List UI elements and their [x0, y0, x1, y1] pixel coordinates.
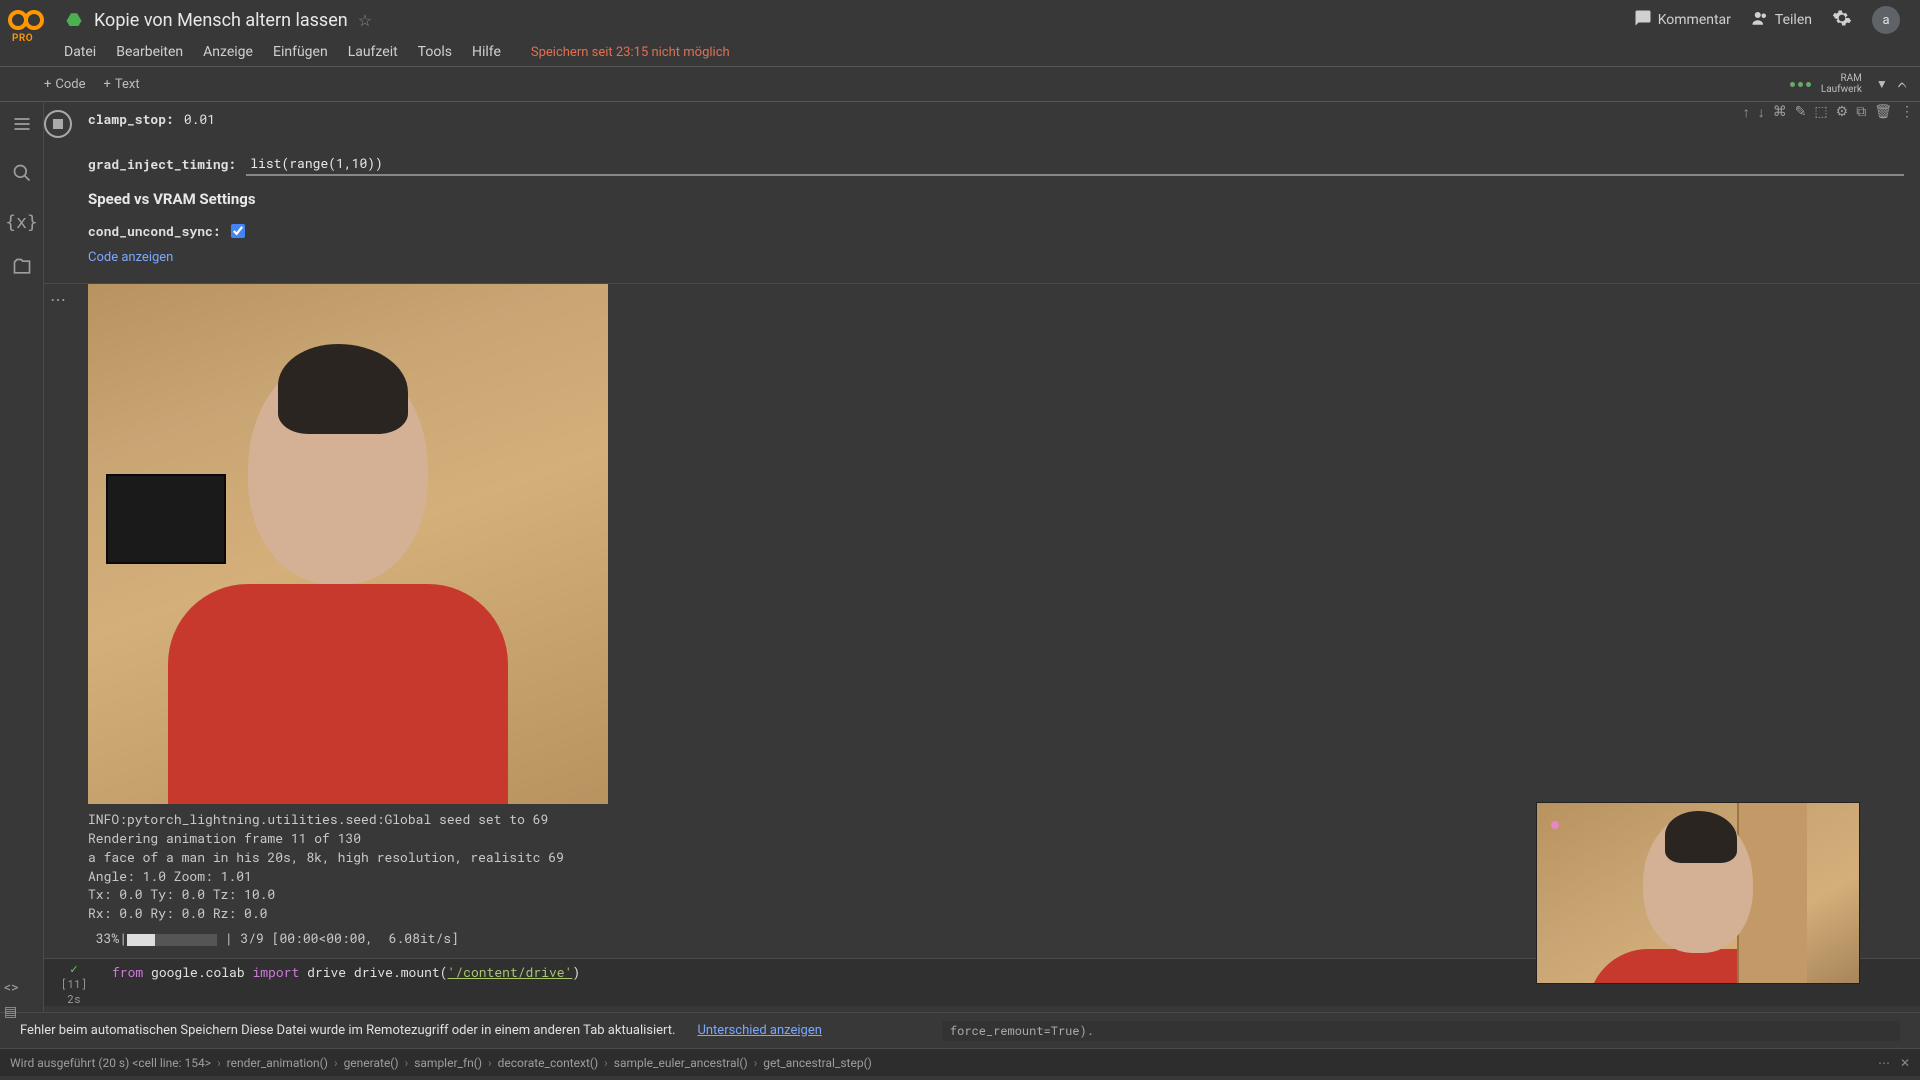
- runtime-dropdown[interactable]: ▼: [1876, 77, 1888, 91]
- header-right: Kommentar Teilen a: [1634, 6, 1912, 34]
- show-code-link[interactable]: Code anzeigen: [88, 244, 173, 275]
- edit-icon[interactable]: ✎: [1795, 104, 1807, 121]
- cell-exec-count: [11]: [61, 976, 87, 991]
- colab-logo-icon[interactable]: PRO: [8, 8, 44, 32]
- left-sidebar: {x}: [0, 102, 44, 1012]
- cell-exec-time: 2s: [67, 991, 80, 1006]
- menu-datei[interactable]: Datei: [64, 44, 96, 60]
- files-icon[interactable]: [12, 257, 32, 282]
- toc-icon[interactable]: [12, 114, 32, 139]
- resource-indicator[interactable]: RAM Laufwerk: [1821, 73, 1862, 95]
- plus-icon: +: [104, 77, 111, 92]
- grad-inject-input[interactable]: [246, 152, 1904, 175]
- gear-icon[interactable]: ⚙: [1836, 104, 1849, 121]
- comment-button[interactable]: Kommentar: [1634, 9, 1731, 31]
- webcam-pip[interactable]: [1536, 802, 1860, 984]
- check-icon: ✓: [69, 963, 78, 976]
- cond-uncond-row: cond_uncond_sync:: [88, 218, 1904, 244]
- breadcrumb-more-icon[interactable]: ⋯: [1878, 1056, 1890, 1070]
- toolbar: + Code + Text RAM Laufwerk ▼ ᨈ: [0, 66, 1920, 102]
- logo-area: PRO: [8, 8, 64, 32]
- run-cell-button[interactable]: [44, 110, 72, 138]
- variables-icon[interactable]: {x}: [5, 212, 38, 233]
- header: PRO Kopie von Mensch altern lassen ☆ Kom…: [0, 0, 1920, 40]
- output-menu-icon[interactable]: ⋯: [50, 290, 66, 958]
- form-cell: ↑ ↓ ⌘ ✎ ⬚ ⚙ ⧉ 🗑 ⋮ clamp_stop: 0.01 grad_…: [44, 102, 1920, 284]
- warning-text: Fehler beim automatischen Speichern Dies…: [20, 1023, 675, 1038]
- breadcrumb-close-icon[interactable]: ✕: [1900, 1056, 1910, 1070]
- cond-uncond-checkbox[interactable]: [231, 224, 245, 238]
- avatar[interactable]: a: [1872, 6, 1900, 34]
- clamp-stop-row: clamp_stop: 0.01: [88, 106, 1904, 132]
- add-code-button[interactable]: + Code: [44, 77, 86, 92]
- link-icon[interactable]: ⌘: [1773, 104, 1787, 121]
- menu-anzeige[interactable]: Anzeige: [203, 44, 253, 60]
- crumb[interactable]: decorate_context(): [498, 1056, 599, 1070]
- crumb[interactable]: generate(): [344, 1056, 399, 1070]
- grad-inject-row: grad_inject_timing:: [88, 148, 1904, 180]
- notebook-title[interactable]: Kopie von Mensch altern lassen: [94, 10, 348, 31]
- plus-icon: +: [44, 77, 51, 92]
- delete-icon[interactable]: 🗑: [1874, 104, 1892, 121]
- show-diff-link[interactable]: Unterschied anzeigen: [697, 1023, 821, 1038]
- autosave-warning-bar: Fehler beim automatischen Speichern Dies…: [0, 1012, 1920, 1048]
- drive-file-icon: [64, 10, 84, 30]
- add-text-button[interactable]: + Text: [104, 77, 140, 92]
- terminal-toggle-icon[interactable]: ▤: [4, 1004, 18, 1020]
- copy-icon[interactable]: ⧉: [1856, 104, 1866, 121]
- share-button[interactable]: Teilen: [1751, 9, 1812, 31]
- menu-laufzeit[interactable]: Laufzeit: [348, 44, 398, 60]
- menu-tools[interactable]: Tools: [418, 44, 452, 60]
- collapse-toolbar-button[interactable]: ᨈ: [1898, 77, 1908, 92]
- move-up-icon[interactable]: ↑: [1743, 104, 1750, 121]
- settings-button[interactable]: [1832, 8, 1852, 32]
- more-icon[interactable]: ⋮: [1900, 104, 1914, 121]
- move-down-icon[interactable]: ↓: [1758, 104, 1765, 121]
- menu-bearbeiten[interactable]: Bearbeiten: [116, 44, 183, 60]
- runtime-status-icon[interactable]: [1790, 82, 1811, 87]
- section-heading: Speed vs VRAM Settings: [88, 180, 1904, 212]
- bottom-sidebar-toggles: <> ▤: [4, 980, 18, 1020]
- comment-icon: [1634, 9, 1652, 31]
- crumb[interactable]: get_ancestral_step(): [763, 1056, 872, 1070]
- search-icon[interactable]: [12, 163, 32, 188]
- crumb[interactable]: sampler_fn(): [414, 1056, 482, 1070]
- save-warning: Speichern seit 23:15 nicht möglich: [531, 45, 730, 60]
- title-area: Kopie von Mensch altern lassen ☆: [64, 10, 372, 31]
- people-icon: [1751, 9, 1769, 31]
- code-toggle-icon[interactable]: <>: [4, 980, 18, 996]
- pro-badge: PRO: [12, 33, 33, 44]
- breadcrumb-prefix: Wird ausgeführt (20 s) <cell line: 154>: [10, 1056, 211, 1070]
- stop-icon: [53, 119, 63, 129]
- code-output-fragment: force_remount=True).: [942, 1021, 1900, 1041]
- menu-einfuegen[interactable]: Einfügen: [273, 44, 328, 60]
- crumb[interactable]: sample_euler_ancestral(): [614, 1056, 748, 1070]
- menubar: Datei Bearbeiten Anzeige Einfügen Laufze…: [0, 40, 1920, 66]
- crumb[interactable]: render_animation(): [227, 1056, 328, 1070]
- cell-action-toolbar: ↑ ↓ ⌘ ✎ ⬚ ⚙ ⧉ 🗑 ⋮: [1743, 104, 1914, 121]
- star-icon[interactable]: ☆: [358, 11, 372, 30]
- mirror-icon[interactable]: ⬚: [1814, 104, 1827, 121]
- output-image: [88, 284, 608, 804]
- menu-hilfe[interactable]: Hilfe: [472, 44, 501, 60]
- execution-breadcrumb: Wird ausgeführt (20 s) <cell line: 154> …: [0, 1048, 1920, 1076]
